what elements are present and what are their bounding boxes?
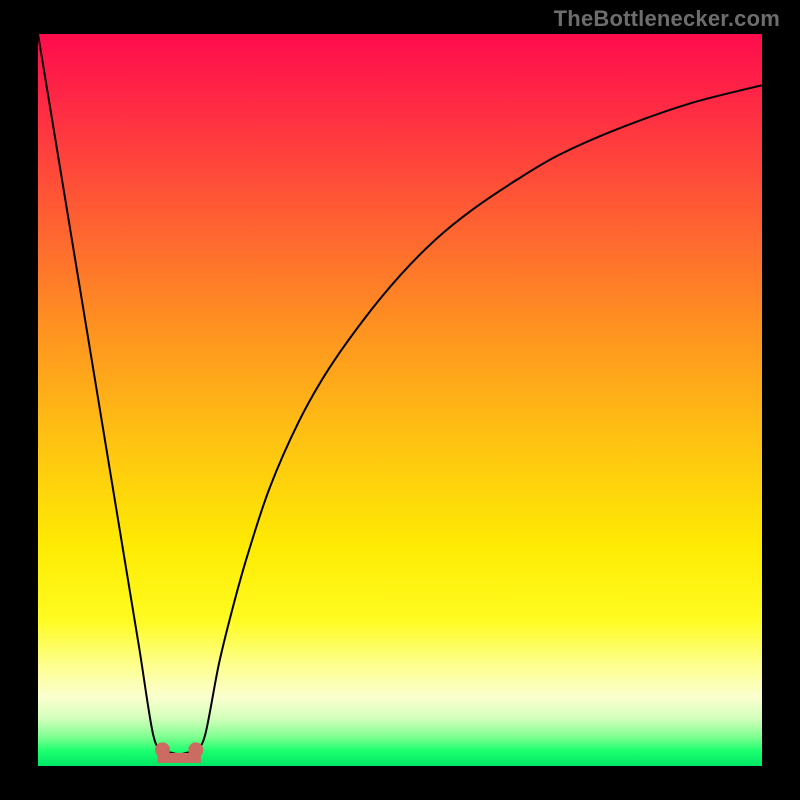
bottleneck-curve	[38, 34, 762, 766]
trough-marker-right	[188, 742, 203, 757]
chart-frame: TheBottlenecker.com	[0, 0, 800, 800]
attribution-label: TheBottlenecker.com	[554, 6, 780, 32]
trough-marker-left	[155, 742, 170, 757]
plot-area	[38, 34, 762, 766]
